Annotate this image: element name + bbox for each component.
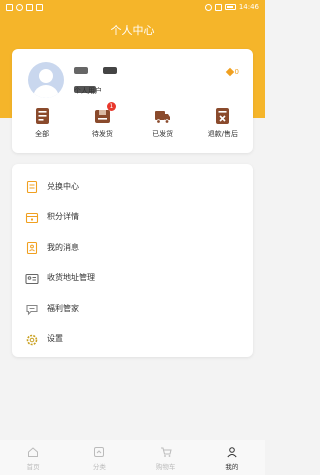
status-bar: 14:46 xyxy=(0,0,265,14)
tab-label: 首页 xyxy=(26,463,40,471)
tab-label: 我的 xyxy=(225,463,239,471)
exchange-icon xyxy=(25,179,39,194)
points-value: 0 xyxy=(234,68,239,76)
menu-card: 兑换中心 积分详情 我的消息 收货地址管理 福利管家 设置 xyxy=(12,164,253,357)
tab-cart[interactable]: 购物车 xyxy=(133,440,199,475)
settings-icon xyxy=(25,332,39,346)
menu-item-exchange[interactable]: 兑换中心 xyxy=(12,171,253,202)
profile-card: 个人用户 0 全部 1 待发货 已发货 退款/售后 xyxy=(12,49,253,153)
menu-label: 兑换中心 xyxy=(47,181,79,191)
order-label: 全部 xyxy=(35,130,50,138)
shipped-truck-icon xyxy=(154,107,171,125)
order-refund[interactable]: 退款/售后 xyxy=(193,107,253,139)
menu-item-settings[interactable]: 设置 xyxy=(12,324,253,355)
order-label: 退款/售后 xyxy=(207,130,239,138)
points-display[interactable]: 0 xyxy=(225,67,239,77)
order-badge: 1 xyxy=(106,102,116,111)
menu-label: 福利管家 xyxy=(47,303,79,313)
category-icon xyxy=(94,447,105,457)
sync-icon xyxy=(16,3,23,11)
wifi-icon xyxy=(204,3,212,11)
tab-home[interactable]: 首页 xyxy=(0,440,66,475)
home-icon xyxy=(28,447,39,457)
order-shipped[interactable]: 已发货 xyxy=(133,107,193,139)
menu-label: 我的消息 xyxy=(47,242,79,252)
avatar[interactable] xyxy=(28,62,64,98)
menu-item-messages[interactable]: 我的消息 xyxy=(12,232,253,263)
order-all[interactable]: 全部 xyxy=(12,107,72,139)
tab-category[interactable]: 分类 xyxy=(66,440,132,475)
signal-icon xyxy=(214,3,222,11)
page-title: 个人中心 xyxy=(110,24,155,37)
diamond-icon xyxy=(225,67,234,77)
tab-mine[interactable]: 我的 xyxy=(199,440,265,475)
mail-icon xyxy=(26,3,33,11)
message-icon xyxy=(25,240,39,255)
order-status-row: 全部 1 待发货 已发货 退款/售后 xyxy=(12,102,253,139)
cart-icon xyxy=(160,447,172,457)
menu-label: 积分详情 xyxy=(47,212,79,222)
menu-item-address[interactable]: 收货地址管理 xyxy=(12,263,253,294)
address-icon xyxy=(25,271,39,285)
battery-icon xyxy=(224,4,236,10)
notification-icon xyxy=(6,3,13,11)
user-level: 个人用户 xyxy=(74,87,102,95)
refund-icon xyxy=(214,107,231,125)
order-label: 待发货 xyxy=(91,130,113,138)
tab-label: 购物车 xyxy=(155,463,176,471)
order-label: 已发货 xyxy=(152,130,174,138)
menu-label: 收货地址管理 xyxy=(47,273,95,283)
bottom-tab-bar: 首页 分类 购物车 我的 xyxy=(0,440,265,475)
tab-label: 分类 xyxy=(92,463,106,471)
points-detail-icon xyxy=(25,210,39,224)
user-icon xyxy=(227,447,237,458)
order-list-icon xyxy=(34,107,51,125)
order-pending-ship[interactable]: 1 待发货 xyxy=(72,102,132,139)
check-icon xyxy=(36,3,43,11)
status-time: 14:46 xyxy=(238,3,259,11)
menu-item-welfare[interactable]: 福利管家 xyxy=(12,293,253,324)
username-redacted xyxy=(74,67,144,93)
pending-ship-icon: 1 xyxy=(94,102,116,125)
menu-item-points-detail[interactable]: 积分详情 xyxy=(12,202,253,233)
menu-label: 设置 xyxy=(47,334,63,344)
welfare-icon xyxy=(25,301,39,316)
